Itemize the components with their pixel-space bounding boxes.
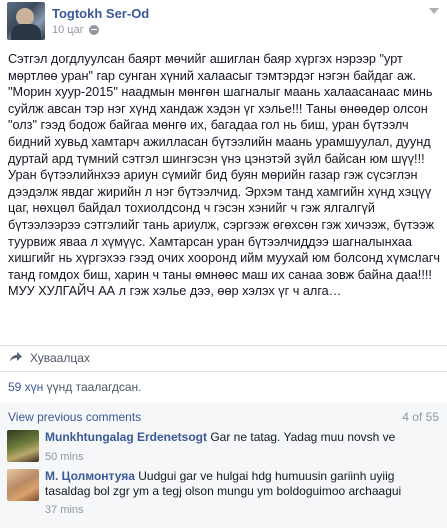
comments-section: View previous comments 4 of 55 Munkhtung…: [0, 403, 447, 528]
post-action-bar: Хуваалцах: [0, 346, 447, 370]
comment-body: М. Цолмонтуяа Uudgui gar ve hulgai hdg h…: [45, 469, 440, 499]
comment-body: Munkhtungalag Erdenetsogt Gar ne tatag. …: [45, 430, 440, 445]
likes-count-link[interactable]: 59 хүн: [8, 380, 43, 394]
view-previous-comments-link[interactable]: View previous comments: [8, 410, 141, 424]
comment-text: Gar ne tatag. Yadag muu novsh ve: [207, 430, 396, 444]
likes-summary: 59 хүн үүнд таалагдсан.: [8, 380, 141, 394]
comment-counter: 4 of 55: [402, 410, 439, 424]
comment-timestamp[interactable]: 37 mins: [45, 504, 84, 516]
globe-icon: [89, 25, 99, 35]
post-body-text: Сэтгэл догдлуулсан баярт мөчийг ашиглан …: [8, 52, 440, 299]
comment-timestamp[interactable]: 50 mins: [45, 451, 84, 463]
chevron-down-icon[interactable]: [429, 8, 439, 14]
likes-suffix: үүнд таалагдсан.: [43, 380, 142, 394]
post-timestamp[interactable]: 10 цаг: [52, 24, 84, 36]
share-button[interactable]: Хуваалцах: [30, 351, 90, 365]
author-name[interactable]: Togtokh Ser-Od: [52, 6, 149, 21]
commenter-avatar[interactable]: [7, 430, 39, 462]
commenter-avatar[interactable]: [7, 469, 39, 501]
author-avatar[interactable]: [7, 2, 45, 40]
post-header: Togtokh Ser-Od 10 цаг: [0, 0, 447, 42]
commenter-name[interactable]: Munkhtungalag Erdenetsogt: [45, 430, 207, 444]
share-icon: [10, 352, 22, 362]
commenter-name[interactable]: М. Цолмонтуяа: [45, 469, 135, 483]
divider: [0, 371, 447, 372]
